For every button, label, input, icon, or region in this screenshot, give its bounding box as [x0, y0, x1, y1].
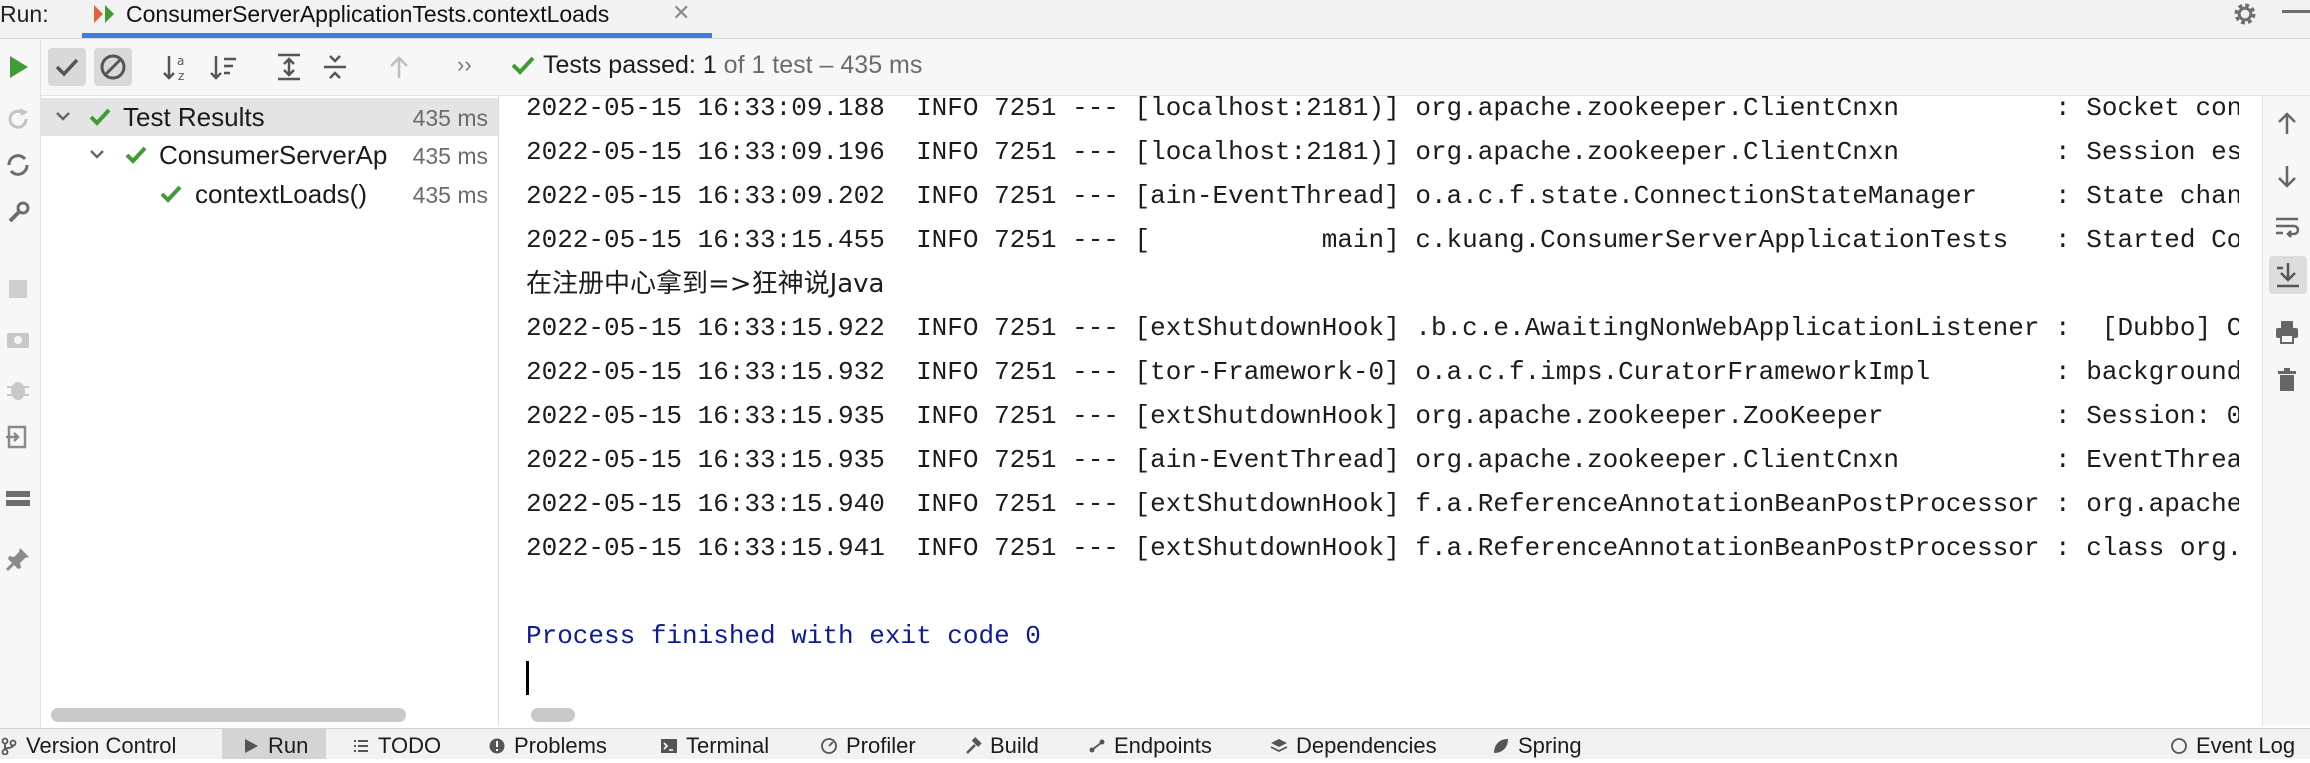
console-line: 在注册中心拿到=>狂神说Java: [526, 269, 885, 299]
tool-window-bar: Version Control Run TODO Problems Termin…: [0, 728, 2310, 759]
tree-horizontal-scrollbar[interactable]: [51, 708, 406, 722]
stop-icon[interactable]: [4, 275, 32, 303]
profiler-icon: [821, 738, 837, 754]
console-side-toolbar: [2262, 96, 2310, 726]
rerun-icon[interactable]: [4, 53, 32, 81]
more-actions-icon[interactable]: ››: [457, 52, 472, 90]
passed-check-icon: [511, 56, 535, 75]
show-ignored-icon[interactable]: [94, 48, 132, 86]
test-runner-toolbar: az ›› Tests passed: 1 of 1 test – 435 ms: [41, 39, 2310, 96]
scroll-to-end-icon[interactable]: [2269, 256, 2307, 294]
console-line: 2022-05-15 16:33:09.196 INFO 7251 --- [l…: [526, 137, 2239, 167]
chevron-down-icon[interactable]: [53, 106, 73, 126]
show-passed-icon[interactable]: [48, 48, 86, 86]
trash-icon[interactable]: [2273, 366, 2301, 394]
expand-all-icon[interactable]: [270, 48, 308, 86]
layers-icon: [1270, 739, 1288, 753]
warning-icon: [489, 738, 505, 754]
build-tab[interactable]: Build: [964, 729, 1039, 759]
tree-item-test-results[interactable]: Test Results 435 ms: [41, 98, 498, 136]
print-icon[interactable]: [2273, 318, 2301, 346]
event-log-icon: [2171, 738, 2187, 754]
run-label: Run:: [0, 1, 49, 27]
run-tool-window-header: Run: ConsumerServerApplicationTests.cont…: [0, 0, 2310, 39]
terminal-tab[interactable]: Terminal: [660, 729, 769, 759]
terminal-icon: [661, 739, 677, 753]
svg-text:z: z: [178, 69, 184, 83]
profiler-tab[interactable]: Profiler: [820, 729, 916, 759]
collapse-all-icon[interactable]: [316, 48, 354, 86]
gear-icon[interactable]: [2230, 0, 2260, 28]
toggle-auto-test-icon[interactable]: [4, 151, 32, 179]
chevron-down-icon[interactable]: [87, 144, 107, 164]
passed-check-icon: [160, 185, 182, 203]
console-horizontal-scrollbar[interactable]: [531, 708, 575, 722]
leaf-icon: [1494, 739, 1508, 753]
console-line: 2022-05-15 16:33:15.935 INFO 7251 --- [e…: [526, 401, 2239, 431]
run-side-toolbar: [0, 39, 41, 729]
passed-check-icon: [125, 146, 147, 164]
tree-item-label: Test Results: [123, 102, 265, 132]
wrench-icon[interactable]: [4, 199, 32, 227]
branch-icon: [1, 737, 17, 755]
problems-tab[interactable]: Problems: [488, 729, 607, 759]
minimize-icon[interactable]: [2282, 10, 2310, 13]
console-line: 2022-05-15 16:33:15.932 INFO 7251 --- [t…: [526, 357, 2239, 387]
play-icon: [245, 739, 258, 753]
console-line: 2022-05-15 16:33:09.188 INFO 7251 --- [l…: [526, 96, 2239, 123]
console-line: 2022-05-15 16:33:15.940 INFO 7251 --- [e…: [526, 489, 2239, 519]
console-output[interactable]: 2022-05-15 16:33:09.188 INFO 7251 --- [l…: [499, 96, 2239, 726]
console-line: 2022-05-15 16:33:15.941 INFO 7251 --- [e…: [526, 533, 2239, 563]
tree-item-duration: 435 ms: [412, 143, 488, 169]
test-config-icon: [94, 5, 114, 23]
close-tab-icon[interactable]: ✕: [672, 0, 690, 26]
run-tab[interactable]: Run: [222, 729, 327, 759]
todo-tab[interactable]: TODO: [352, 729, 441, 759]
pin-icon[interactable]: [4, 545, 32, 573]
tree-item-test-method[interactable]: contextLoads() 435 ms: [41, 175, 498, 213]
console-line: 2022-05-15 16:33:15.922 INFO 7251 --- [e…: [526, 313, 2239, 343]
tree-item-label: ConsumerServerAp: [159, 140, 388, 170]
svg-text:a: a: [177, 54, 184, 68]
passed-check-icon: [89, 108, 111, 126]
endpoints-icon: [1089, 739, 1105, 753]
hammer-icon: [966, 737, 982, 754]
exit-icon[interactable]: [4, 423, 32, 451]
test-status-summary: Tests passed: 1 of 1 test – 435 ms: [543, 51, 923, 79]
event-log-tab[interactable]: Event Log: [2170, 729, 2295, 759]
debug-icon[interactable]: [4, 375, 32, 403]
tree-item-duration: 435 ms: [412, 105, 488, 131]
endpoints-tab[interactable]: Endpoints: [1088, 729, 1212, 759]
console-line: 2022-05-15 16:33:09.202 INFO 7251 --- [a…: [526, 181, 2239, 211]
tree-item-duration: 435 ms: [412, 182, 488, 208]
soft-wrap-icon[interactable]: [2273, 212, 2301, 240]
camera-icon[interactable]: [4, 325, 32, 353]
dependencies-tab[interactable]: Dependencies: [1270, 729, 1437, 759]
layout-icon[interactable]: [4, 485, 32, 513]
process-finished-message: Process finished with exit code 0: [526, 621, 1041, 651]
arrow-down-icon[interactable]: [2273, 162, 2301, 190]
console-line: 2022-05-15 16:33:15.935 INFO 7251 --- [a…: [526, 445, 2239, 475]
previous-test-icon[interactable]: [380, 48, 418, 86]
active-tab-indicator: [82, 33, 712, 38]
spring-tab[interactable]: Spring: [1492, 729, 1582, 759]
tree-item-test-class[interactable]: ConsumerServerAp 435 ms: [41, 136, 498, 174]
tree-item-label: contextLoads(): [195, 179, 367, 209]
text-caret: [526, 661, 529, 695]
version-control-tab[interactable]: Version Control: [0, 729, 176, 759]
list-icon: [354, 740, 368, 752]
rerun-failed-icon[interactable]: [4, 105, 32, 133]
run-config-tab[interactable]: ConsumerServerApplicationTests.contextLo…: [82, 0, 712, 38]
sort-by-duration-icon[interactable]: [205, 48, 243, 86]
test-results-tree: Test Results 435 ms ConsumerServerAp 435…: [41, 96, 499, 726]
console-line: 2022-05-15 16:33:15.455 INFO 7251 --- [ …: [526, 225, 2239, 255]
run-tab-title: ConsumerServerApplicationTests.contextLo…: [126, 1, 610, 27]
sort-alphabetically-icon[interactable]: az: [158, 48, 196, 86]
arrow-up-icon[interactable]: [2273, 110, 2301, 138]
